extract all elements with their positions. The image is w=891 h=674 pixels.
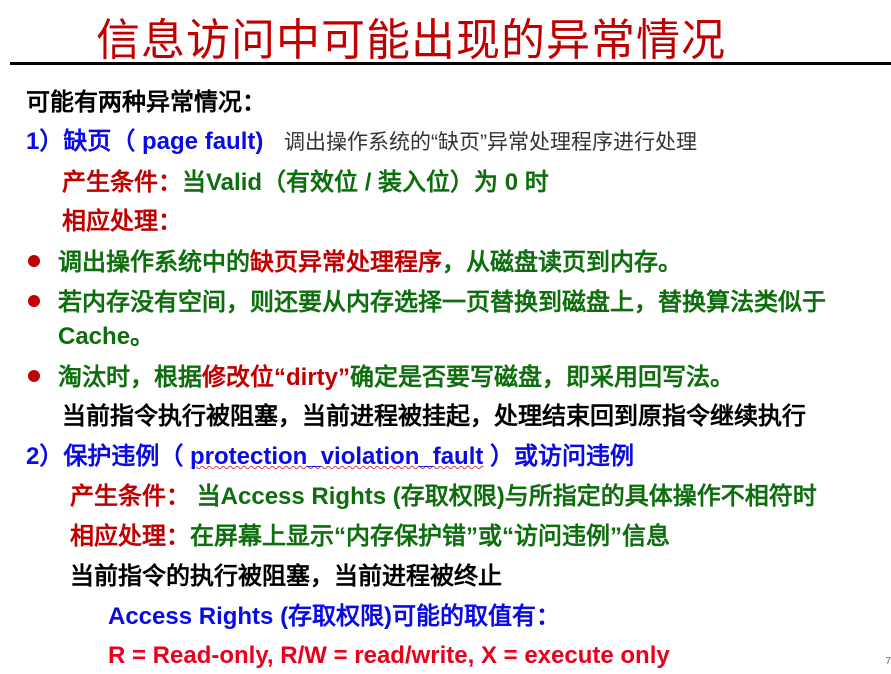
bullet-item-cont: Cache。 xyxy=(58,323,155,350)
fault1-note: 调出操作系统的“缺页”异常处理程序进行处理 xyxy=(284,131,698,154)
fault2-prefix: 2）保护违例（ xyxy=(26,443,191,470)
bullet-highlight: 修改位“dirty” xyxy=(202,364,351,391)
fault1-handle-label: 相应处理： xyxy=(62,208,182,235)
bullet-icon xyxy=(28,295,40,307)
fault2-term: protection_violation_fault xyxy=(190,443,484,470)
bullet-item: 调出操作系统中的缺页异常处理程序，从磁盘读页到内存。 xyxy=(58,248,682,278)
rights-values: R = Read-only, R/W = read/write, X = exe… xyxy=(108,642,670,669)
bullet-text: ，从磁盘读页到内存。 xyxy=(442,249,682,276)
handle-label: 相应处理： xyxy=(70,523,190,550)
rights-heading: Access Rights (存取权限)可能的取值有： xyxy=(108,603,561,630)
fault1-heading-line: 1）缺页（ page fault) 调出操作系统的“缺页”异常处理程序进行处理 xyxy=(26,127,697,158)
cond-label: 产生条件： xyxy=(62,169,182,196)
fault2-result: 当前指令的执行被阻塞，当前进程被终止 xyxy=(70,563,502,590)
fault2-suffix: ）或访问违例 xyxy=(483,443,635,470)
bullet-icon xyxy=(28,370,40,382)
bullet-text: 确定是否要写磁盘，即采用回写法。 xyxy=(350,364,735,391)
slide-title: 信息访问中可能出现的异常情况 xyxy=(96,16,726,65)
cond-text: 当Access Rights (存取权限)与所指定的具体操作不相符时 xyxy=(196,483,817,510)
title-divider xyxy=(10,62,891,65)
intro-text: 可能有两种异常情况： xyxy=(26,89,266,116)
bullet-text: 淘汰时，根据 xyxy=(58,364,202,391)
fault2-heading: 2）保护违例（ protection_violation_fault ）或访问违… xyxy=(26,442,634,472)
fault2-condition: 产生条件： 当Access Rights (存取权限)与所指定的具体操作不相符时 xyxy=(70,482,817,512)
bullet-item: 淘汰时，根据修改位“dirty”确定是否要写磁盘，即采用回写法。 xyxy=(58,363,734,393)
fault2-handle: 相应处理：在屏幕上显示“内存保护错”或“访问违例”信息 xyxy=(70,522,670,552)
bullet-item: 若内存没有空间，则还要从内存选择一页替换到磁盘上，替换算法类似于 xyxy=(58,289,826,316)
bullet-icon xyxy=(28,255,40,267)
fault1-result: 当前指令执行被阻塞，当前进程被挂起，处理结束回到原指令继续执行 xyxy=(62,403,806,430)
cond-text: 当Valid（有效位 / 装入位）为 0 时 xyxy=(182,169,549,196)
handle-text: 在屏幕上显示“内存保护错”或“访问违例”信息 xyxy=(190,523,670,550)
cond-label: 产生条件： xyxy=(70,483,190,510)
fault1-condition: 产生条件：当Valid（有效位 / 装入位）为 0 时 xyxy=(62,168,549,198)
fault1-heading: 1）缺页（ page fault) xyxy=(26,128,264,155)
bullet-highlight: 缺页异常处理程序 xyxy=(250,249,442,276)
page-number: 7 xyxy=(885,656,891,667)
bullet-text: 调出操作系统中的 xyxy=(58,249,250,276)
